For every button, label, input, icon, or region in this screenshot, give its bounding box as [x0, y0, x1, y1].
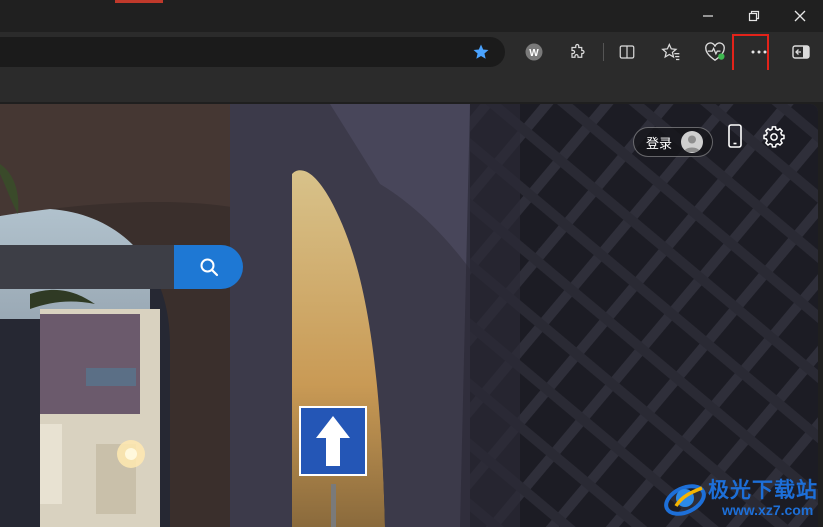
close-icon [794, 10, 806, 22]
watermark-title: 极光下载站 [708, 479, 818, 502]
w-extension-button[interactable]: W [520, 38, 548, 66]
user-avatar-icon [684, 135, 700, 152]
minimize-button[interactable] [685, 0, 731, 32]
split-screen-button[interactable] [613, 38, 641, 66]
favorites-bar [0, 70, 823, 102]
mobile-app-button[interactable] [726, 124, 744, 153]
watermark: 极光下载站 www.xz7.com [660, 472, 820, 524]
login-label: 登录 [646, 135, 673, 151]
puzzle-extensions-icon [571, 43, 585, 58]
search-icon [200, 258, 218, 277]
restore-button[interactable] [731, 0, 777, 32]
favorites-icon [661, 42, 680, 61]
address-bar[interactable] [0, 37, 505, 67]
toolbar-separator [603, 43, 604, 61]
star-filled-icon [473, 44, 489, 59]
background-image [0, 104, 818, 527]
favorite-star-button[interactable] [467, 38, 495, 66]
login-button[interactable]: 登录 [633, 127, 713, 157]
sidebar-icon [792, 45, 810, 59]
restore-icon [748, 10, 760, 22]
sidebar-button[interactable] [787, 38, 815, 66]
minimize-icon [703, 15, 713, 17]
highlight-box [732, 34, 769, 74]
browser-essentials-button[interactable] [701, 38, 729, 66]
watermark-logo-icon [664, 484, 706, 516]
gear-icon [763, 126, 785, 148]
extensions-button[interactable] [564, 38, 592, 66]
split-screen-icon [619, 45, 635, 59]
active-tab-indicator [115, 0, 163, 3]
title-bar [0, 0, 823, 32]
search-button[interactable] [174, 245, 243, 289]
favorites-button[interactable] [657, 38, 685, 66]
page-content: 登录 [0, 104, 818, 527]
phone-icon [728, 124, 742, 148]
w-extension-icon: W [525, 43, 543, 61]
svg-text:W: W [529, 48, 539, 59]
settings-button[interactable] [763, 126, 785, 153]
search-input[interactable] [0, 245, 174, 289]
close-button[interactable] [777, 0, 823, 32]
avatar [681, 131, 703, 153]
browser-essentials-icon [705, 42, 725, 62]
watermark-url: www.xz7.com [722, 502, 814, 518]
